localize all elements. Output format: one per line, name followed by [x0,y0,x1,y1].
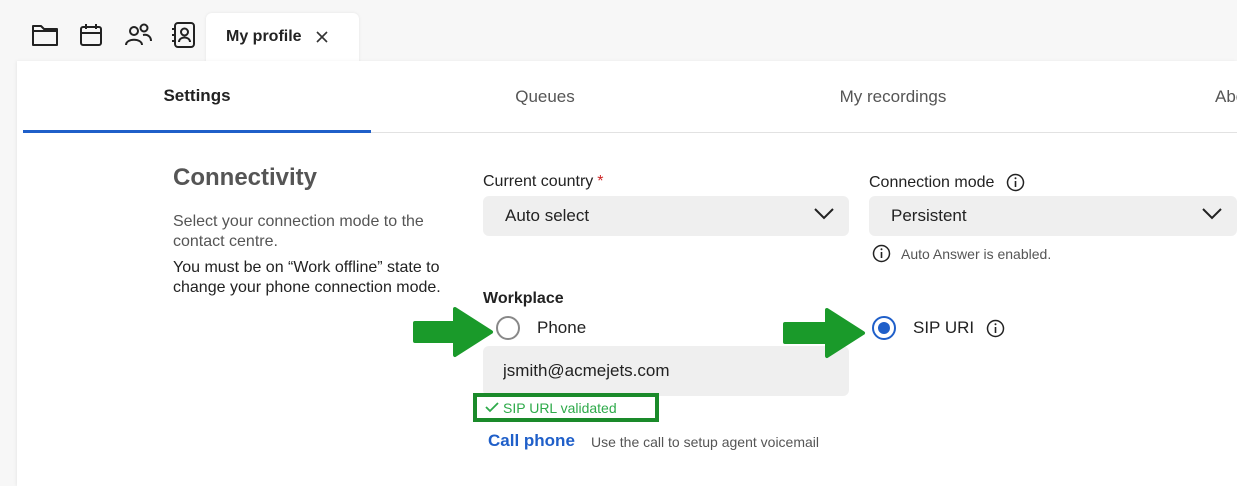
info-icon [872,244,891,263]
auto-answer-text: Auto Answer is enabled. [901,245,1052,262]
radio-label: Phone [537,318,587,337]
people-icon[interactable] [123,20,153,50]
checkmark-icon [485,400,499,416]
connection-mode-select-value: Persistent [891,206,967,225]
connection-mode-select[interactable]: Persistent [869,196,1237,236]
tab-my-profile[interactable]: My profile [206,13,359,63]
tab-my-recordings[interactable]: My recordings [719,61,1067,133]
radio-phone[interactable]: Phone [496,316,586,340]
radio-sip-uri[interactable]: SIP URI [872,316,1005,340]
tab-settings[interactable]: Settings [23,61,371,133]
auto-answer-info: Auto Answer is enabled. [872,244,1051,263]
tab-queues[interactable]: Queues [371,61,719,133]
validation-text: SIP URL validated [503,399,617,416]
country-label-text: Current country [483,173,594,190]
connection-mode-label: Connection mode [869,173,1025,192]
section-note: You must be on “Work offline” state to c… [173,259,441,296]
connection-mode-label-text: Connection mode [869,173,995,191]
validation-message: SIP URL validated [473,393,659,422]
chevron-down-icon [813,206,835,226]
info-icon[interactable] [986,319,1005,338]
radio-label: SIP URI [913,318,975,337]
country-select-value: Auto select [505,206,590,225]
call-phone-hint: Use the call to setup agent voicemail [591,434,820,450]
country-select[interactable]: Auto select [483,196,849,236]
call-phone-link[interactable]: Call phone [488,431,575,451]
subtab-bar: Settings Queues My recordings About [23,61,1237,133]
info-icon[interactable] [1006,173,1025,192]
annotation-arrow-icon [783,308,865,358]
annotation-arrow-icon [413,307,493,357]
section-title: Connectivity [173,164,318,191]
close-icon[interactable] [314,29,330,45]
top-bar: My profile [0,0,1237,63]
contact-book-icon[interactable] [169,20,199,50]
required-mark: * [597,173,604,190]
calendar-icon[interactable] [76,20,106,50]
country-label: Current country * [483,173,604,191]
folder-icon[interactable] [30,20,60,50]
chevron-down-icon [1201,206,1223,226]
section-description: Select your connection mode to the conta… [173,213,424,250]
tab-label: My profile [226,28,302,45]
workplace-label: Workplace [483,290,564,307]
radio-button[interactable] [872,316,896,340]
tab-about[interactable]: About [1215,61,1237,133]
profile-panel: Settings Queues My recordings About Conn… [17,61,1237,486]
radio-button[interactable] [496,316,520,340]
